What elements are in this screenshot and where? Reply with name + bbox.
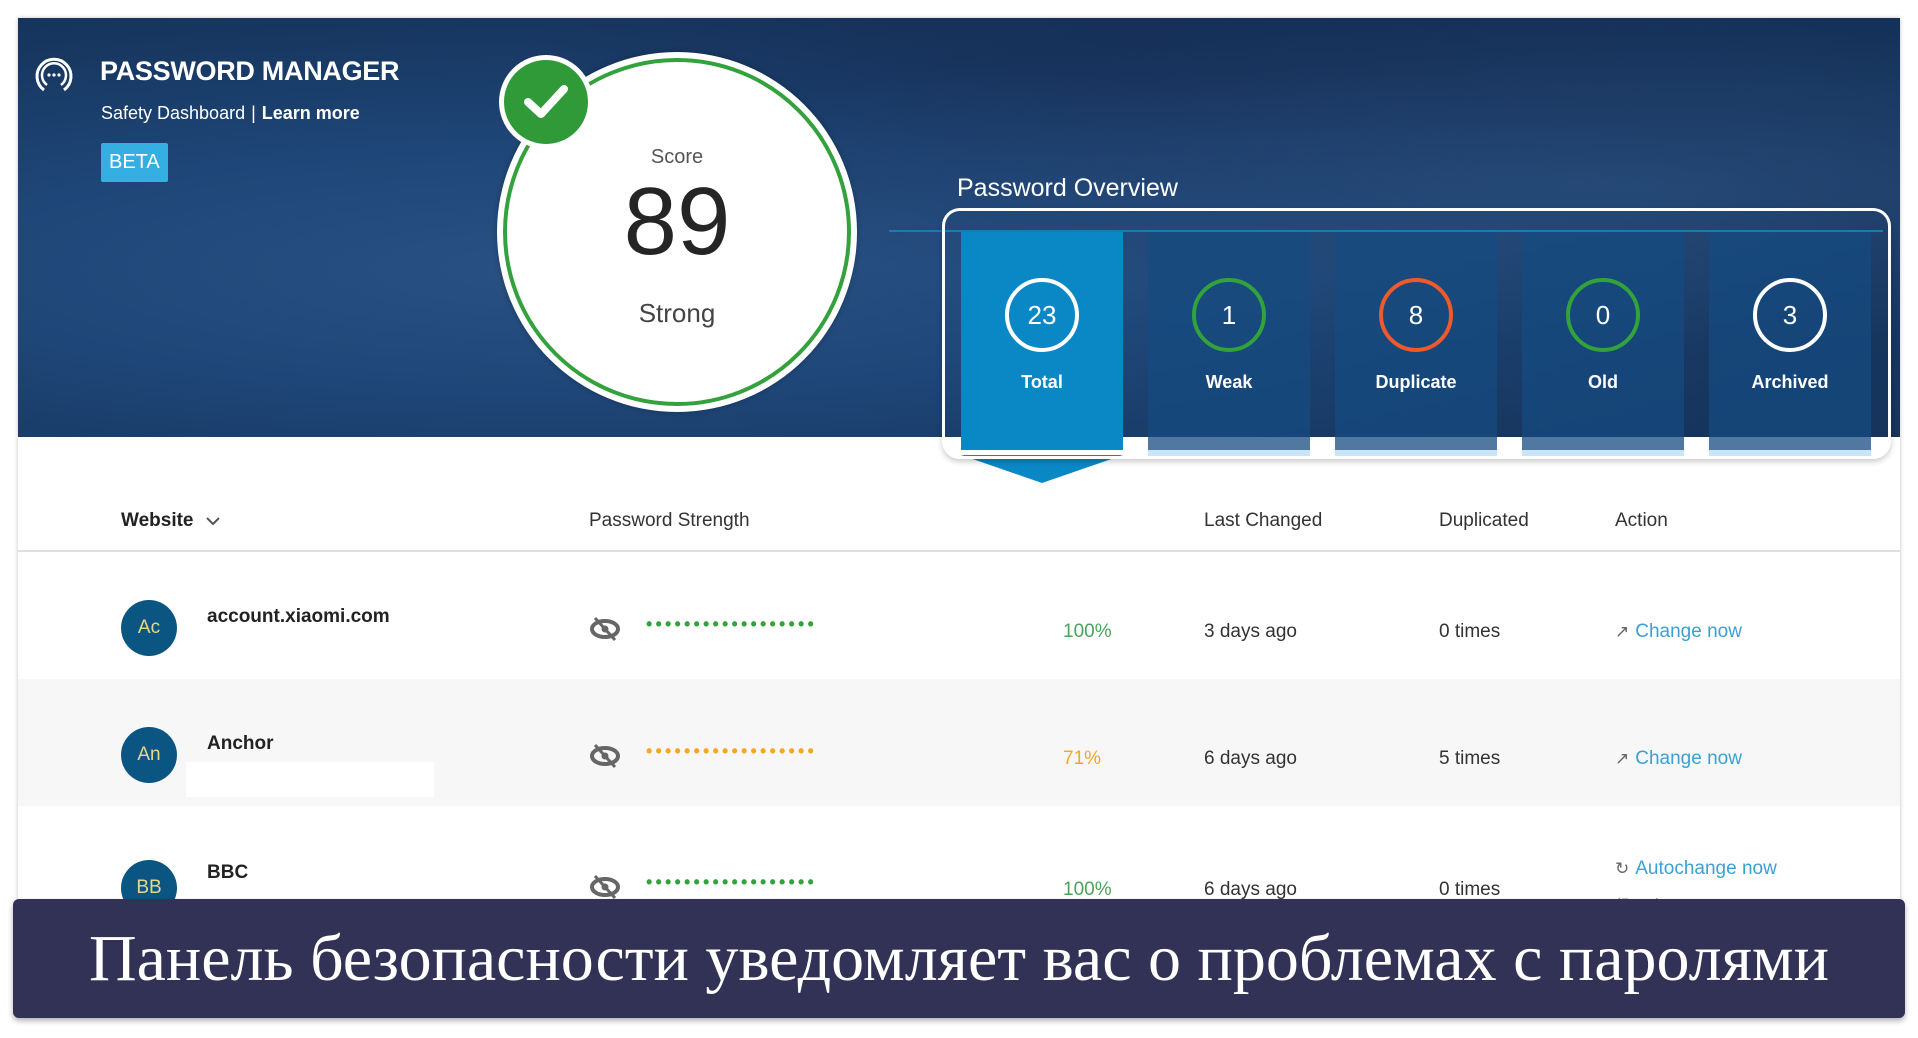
tile-count-ring: 1 [1192, 278, 1266, 352]
tile-duplicate[interactable]: 8 Duplicate [1335, 232, 1497, 456]
beta-badge: BETA [101, 143, 168, 182]
last-changed-column-header: Last Changed [1204, 510, 1323, 531]
table-row: Ac account.xiaomi.com ••••••••••••••••••… [18, 552, 1900, 679]
tile-label: Old [1588, 372, 1618, 392]
website-header-label: Website [121, 510, 194, 531]
tile-archived[interactable]: 3 Archived [1709, 232, 1871, 456]
tile-count-ring: 3 [1753, 278, 1827, 352]
table-row: An Anchor •••••••••••••••••• 71% 6 days … [18, 679, 1900, 806]
action-label: Change now [1635, 748, 1742, 769]
action-label: Change now [1635, 621, 1742, 642]
redacted-username [186, 762, 434, 797]
last-changed: 6 days ago [1204, 748, 1297, 769]
avatar: Ac [121, 600, 177, 656]
eye-slash-icon[interactable] [589, 616, 621, 642]
tile-weak[interactable]: 1 Weak [1148, 232, 1310, 456]
check-badge [499, 55, 593, 149]
refresh-icon: ↻ [1615, 859, 1630, 878]
duplicated-count: 0 times [1439, 879, 1501, 900]
change-now-link[interactable]: ↗︎ Change now [1615, 748, 1742, 770]
masked-password: •••••••••••••••••• [646, 614, 818, 634]
masked-password: •••••••••••••••••• [646, 872, 818, 892]
strength-column-header: Password Strength [589, 510, 750, 531]
password-overview-title: Password Overview [957, 174, 1178, 202]
table-header: Website Password Strength Last Changed D… [18, 498, 1900, 552]
website-column-header[interactable]: Website [121, 510, 221, 532]
action-column-header: Action [1615, 510, 1668, 531]
strength-percent: 100% [1063, 621, 1112, 642]
score-rating: Strong [638, 298, 716, 328]
last-changed: 6 days ago [1204, 879, 1297, 900]
safety-dashboard-panel: PASSWORD MANAGER Safety Dashboard | Learn … [18, 18, 1900, 918]
site-name[interactable]: Anchor [207, 733, 274, 755]
tile-label: Total [1021, 372, 1063, 392]
tile-label: Duplicate [1375, 372, 1457, 392]
external-link-icon: ↗︎ [1615, 749, 1630, 768]
tile-total[interactable]: 23 Total [961, 232, 1123, 450]
tile-count-ring: 23 [1005, 278, 1079, 352]
chevron-down-icon [206, 517, 220, 526]
duplicated-column-header: Duplicated [1439, 510, 1529, 531]
site-name[interactable]: BBC [207, 862, 248, 884]
masked-password: •••••••••••••••••• [646, 741, 818, 761]
safety-dashboard-label: Safety Dashboard [101, 103, 246, 123]
caption-banner: Панель безопасности уведомляет вас о про… [13, 899, 1905, 1018]
last-changed: 3 days ago [1204, 621, 1297, 642]
action-label: Autochange now [1635, 858, 1777, 879]
password-manager-logo-icon [35, 57, 73, 92]
tile-label: Archived [1751, 372, 1829, 392]
eye-slash-icon[interactable] [589, 874, 621, 900]
checkmark-icon [524, 85, 568, 118]
site-name[interactable]: account.xiaomi.com [207, 606, 390, 628]
tile-count-ring: 8 [1379, 278, 1453, 352]
strength-percent: 100% [1063, 879, 1112, 900]
learn-more-link[interactable]: Learn more [262, 103, 360, 123]
eye-slash-icon[interactable] [589, 743, 621, 769]
change-now-link[interactable]: ↗︎ Change now [1615, 621, 1742, 643]
app-title: PASSWORD MANAGER [100, 56, 400, 86]
score-value: 89 [623, 168, 731, 275]
external-link-icon: ↗︎ [1615, 622, 1630, 641]
separator: | [251, 103, 256, 123]
avatar: An [121, 727, 177, 783]
score-label: Score [650, 146, 704, 168]
duplicated-count: 0 times [1439, 621, 1501, 642]
active-tile-pointer [961, 455, 1123, 483]
tile-old[interactable]: 0 Old [1522, 232, 1684, 456]
autochange-now-link[interactable]: ↻ Autochange now [1615, 858, 1777, 880]
duplicated-count: 5 times [1439, 748, 1501, 769]
strength-percent: 71% [1063, 748, 1102, 769]
brand-subtitle: Safety Dashboard | Learn more [101, 103, 360, 124]
tile-label: Weak [1205, 372, 1253, 392]
tile-count-ring: 0 [1566, 278, 1640, 352]
